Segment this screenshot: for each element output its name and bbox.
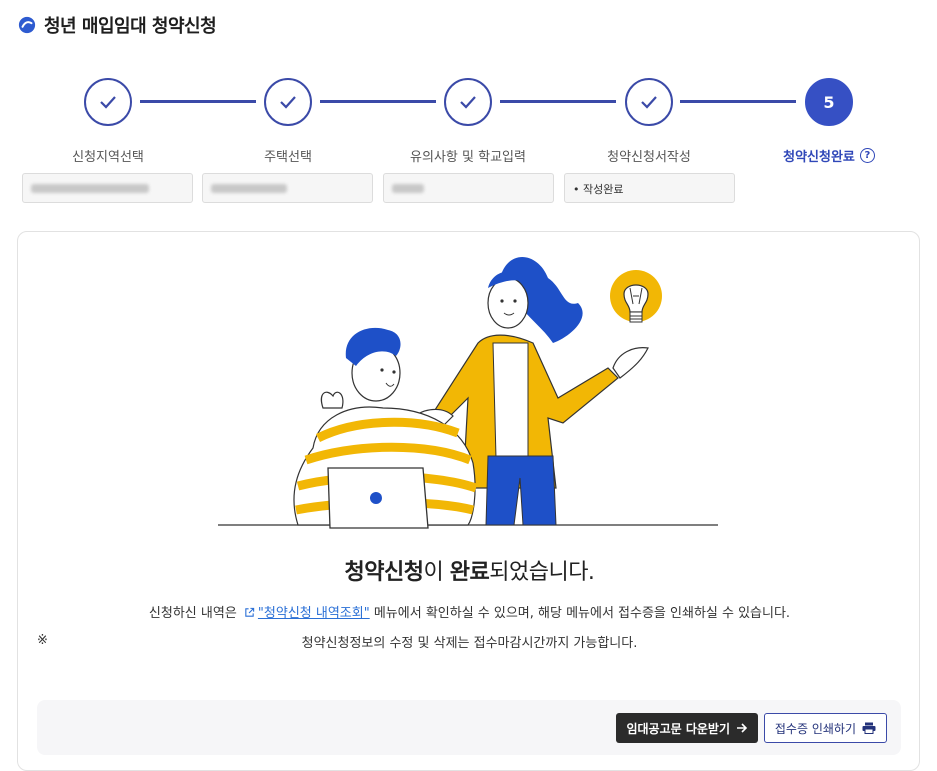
print-receipt-button[interactable]: 접수증 인쇄하기 xyxy=(763,713,887,743)
note-text: 청약신청정보의 수정 및 삭제는 접수마감시간까지 가능합니다. xyxy=(301,636,638,651)
download-notice-label: 임대공고문 다운받기 xyxy=(626,721,730,736)
download-notice-button[interactable]: 임대공고문 다운받기 xyxy=(616,713,758,743)
completion-card: 청약신청이 완료되었습니다. 신청하신 내역은 "청약신청 내역조회" 메뉴에서… xyxy=(17,231,920,771)
logo-icon xyxy=(18,16,36,34)
step-3-label: 유의사항 및 학교입력 xyxy=(410,150,526,165)
check-icon xyxy=(641,96,657,109)
redacted-value xyxy=(392,184,424,193)
help-icon[interactable]: ? xyxy=(859,148,875,163)
redacted-value xyxy=(211,184,287,193)
check-icon xyxy=(100,96,116,109)
step-3-field xyxy=(383,173,554,203)
step-3-check xyxy=(444,78,492,126)
headline-emph-2: 완료 xyxy=(449,560,490,585)
page-title: 청년 매입임대 청약신청 xyxy=(44,16,217,37)
headline-text-1: 이 xyxy=(423,560,450,585)
info-prefix: 신청하신 내역은 xyxy=(148,606,237,621)
completion-message: 청약신청이 완료되었습니다. xyxy=(18,554,921,586)
check-icon xyxy=(460,96,476,109)
step-4-label: 청약신청서작성 xyxy=(607,150,691,165)
step-5-number: 5 xyxy=(805,78,853,126)
headline-emph-1: 청약신청 xyxy=(344,560,424,585)
history-link[interactable]: "청약신청 내역조회" xyxy=(258,606,370,621)
step-progress: 5 신청지역선택 주택선택 유의사항 및 학교입력 청약신청서작성 청약신청완료… xyxy=(0,76,937,206)
step-2-check xyxy=(264,78,312,126)
arrow-right-icon xyxy=(737,723,748,733)
step-1-check xyxy=(84,78,132,126)
step-connector xyxy=(680,100,796,103)
step-connector xyxy=(500,100,616,103)
step-5-label: 청약신청완료 ? xyxy=(744,146,914,165)
print-receipt-label: 접수증 인쇄하기 xyxy=(774,721,856,736)
step-connector xyxy=(140,100,256,103)
step-1-label: 신청지역선택 xyxy=(72,150,144,165)
step-2-label: 주택선택 xyxy=(264,150,312,165)
step-4-check xyxy=(625,78,673,126)
step-connector xyxy=(320,100,436,103)
headline-text-2: 되었습니다. xyxy=(489,560,595,585)
step-5-label-text: 청약신청완료 xyxy=(783,150,855,165)
external-link-icon xyxy=(245,607,255,617)
completion-illustration xyxy=(218,256,718,529)
step-2-field xyxy=(202,173,373,203)
step-1-field xyxy=(22,173,193,203)
info-suffix: 메뉴에서 확인하실 수 있으며, 해당 메뉴에서 접수증을 인쇄하실 수 있습니… xyxy=(373,606,791,621)
printer-icon xyxy=(862,722,876,734)
info-text: 신청하신 내역은 "청약신청 내역조회" 메뉴에서 확인하실 수 있으며, 해당… xyxy=(18,602,921,621)
step-4-field: • 작성완료 xyxy=(564,173,735,203)
action-bar: 임대공고문 다운받기 접수증 인쇄하기 xyxy=(37,700,901,755)
check-icon xyxy=(280,96,296,109)
redacted-value xyxy=(31,184,149,193)
page-header: 청년 매입임대 청약신청 xyxy=(18,12,217,38)
